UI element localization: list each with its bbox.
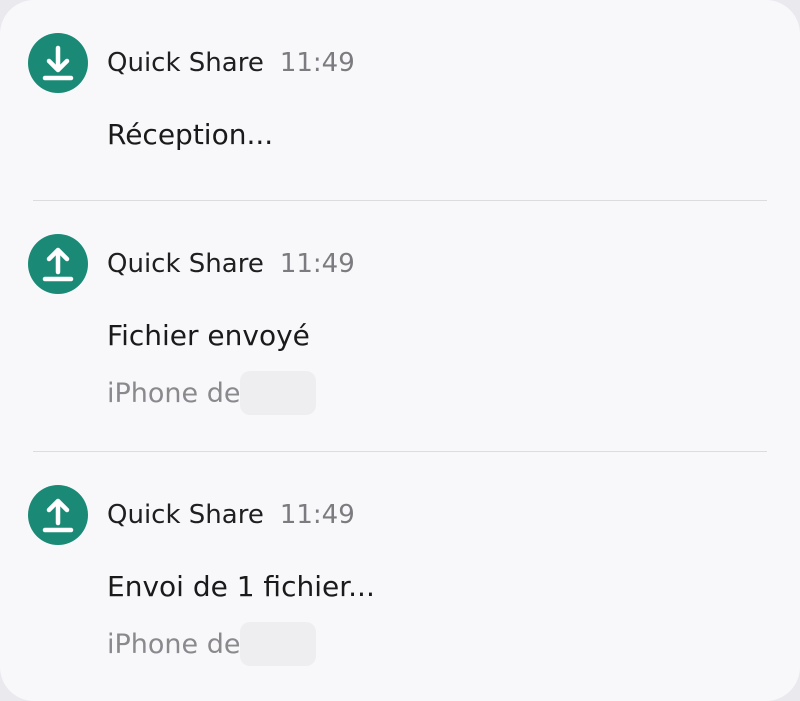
device-name: iPhone de	[107, 628, 241, 660]
app-name: Quick Share	[107, 500, 264, 530]
app-name: Quick Share	[107, 48, 264, 78]
notification-time: 11:49	[279, 48, 355, 78]
notification-sending[interactable]: Quick Share 11:49 Envoi de 1 fichier... …	[0, 452, 800, 701]
device-name: iPhone de	[107, 377, 241, 409]
redacted-name	[240, 622, 317, 666]
notification-file-sent[interactable]: Quick Share 11:49 Fichier envoyé iPhone …	[0, 201, 800, 451]
notification-title: Envoi de 1 fichier...	[107, 570, 375, 603]
redacted-name	[240, 371, 317, 415]
upload-icon	[28, 234, 88, 294]
notification-title: Fichier envoyé	[107, 319, 310, 352]
notification-time: 11:49	[279, 500, 355, 530]
notification-receiving[interactable]: Quick Share 11:49 Réception...	[0, 0, 800, 200]
notification-subtitle: iPhone de	[107, 371, 317, 415]
notification-title: Réception...	[107, 118, 274, 151]
app-name: Quick Share	[107, 249, 264, 279]
notification-subtitle: iPhone de	[107, 622, 317, 666]
upload-icon	[28, 485, 88, 545]
notification-header: Quick Share 11:49	[107, 46, 355, 80]
download-icon	[28, 33, 88, 93]
notification-header: Quick Share 11:49	[107, 247, 355, 281]
notification-panel: Quick Share 11:49 Réception... Quick Sha…	[0, 0, 800, 701]
notification-time: 11:49	[279, 249, 355, 279]
notification-header: Quick Share 11:49	[107, 498, 355, 532]
